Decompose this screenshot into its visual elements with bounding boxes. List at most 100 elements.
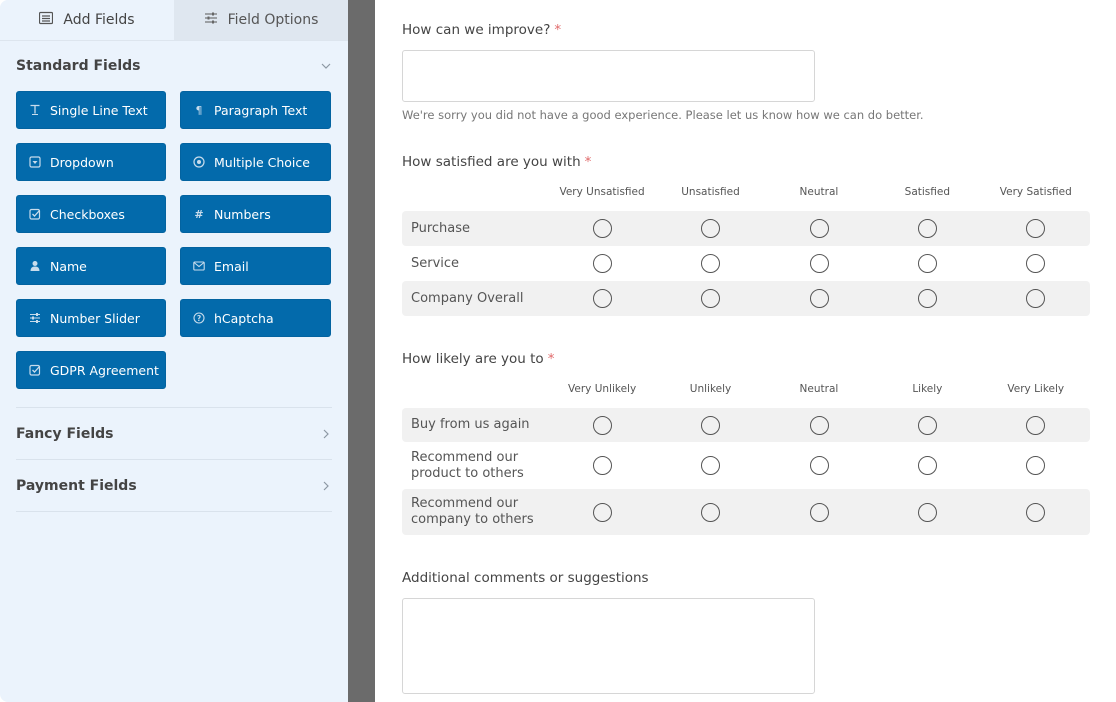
divider bbox=[16, 511, 332, 512]
hash-icon: # bbox=[194, 207, 204, 221]
likert-row-label: Recommend our product to others bbox=[411, 449, 524, 481]
likert-radio[interactable] bbox=[917, 254, 937, 273]
standard-fields-header[interactable]: Standard Fields bbox=[0, 41, 348, 91]
likert-radio[interactable] bbox=[809, 502, 829, 522]
tab-add-fields[interactable]: Add Fields bbox=[0, 0, 174, 40]
likert-radio[interactable] bbox=[592, 456, 612, 475]
likert-column-header: Very Likely bbox=[1007, 383, 1065, 395]
likert-radio[interactable] bbox=[917, 219, 937, 238]
tab-field-options[interactable]: Field Options bbox=[174, 0, 348, 40]
likert-row-label: Buy from us again bbox=[411, 417, 530, 432]
comments-field-label: Additional comments or suggestions bbox=[402, 570, 649, 586]
add-name-button[interactable]: Name bbox=[16, 247, 166, 285]
likert-radio[interactable] bbox=[701, 456, 721, 475]
add-numbers-button[interactable]: # Numbers bbox=[180, 195, 331, 233]
fancy-fields-header[interactable]: Fancy Fields bbox=[0, 408, 348, 459]
label-text: How likely are you to bbox=[402, 351, 544, 367]
chevron-right-icon bbox=[323, 481, 329, 490]
likert-column-headers: Very Unsatisfied Unsatisfied Neutral Satisf… bbox=[402, 186, 1090, 211]
likert-row: Service bbox=[402, 246, 1090, 281]
likert-cell bbox=[982, 254, 1090, 273]
likert-radio[interactable] bbox=[592, 254, 612, 273]
likert-cell bbox=[656, 289, 764, 308]
chevron-right-icon bbox=[323, 429, 329, 438]
likert-cell bbox=[656, 415, 764, 435]
add-gdpr-agreement-button[interactable]: GDPR Agreement bbox=[16, 351, 166, 389]
section-title: Fancy Fields bbox=[16, 425, 114, 442]
likert-radio[interactable] bbox=[701, 289, 721, 308]
likert-radio[interactable] bbox=[701, 254, 721, 273]
likert-cell bbox=[765, 502, 873, 522]
likert-row: Purchase bbox=[402, 211, 1090, 246]
likert-radio[interactable] bbox=[1026, 289, 1046, 308]
add-multiple-choice-button[interactable]: Multiple Choice bbox=[180, 143, 331, 181]
likert-cell bbox=[656, 502, 764, 522]
dropdown-icon bbox=[29, 156, 41, 168]
likert-radio[interactable] bbox=[917, 502, 937, 522]
add-single-line-text-button[interactable]: Single Line Text bbox=[16, 91, 166, 129]
likelihood-label: How likely are you to * bbox=[402, 351, 1090, 367]
button-label: Single Line Text bbox=[50, 102, 148, 118]
panel-resize-gutter bbox=[348, 0, 375, 702]
improve-input[interactable] bbox=[402, 50, 815, 102]
likert-cell bbox=[656, 456, 764, 475]
likert-radio[interactable] bbox=[809, 456, 829, 475]
fields-sidebar: Add Fields Field Options Standard Fields… bbox=[0, 0, 348, 702]
label-text: How can we improve? bbox=[402, 22, 551, 38]
likert-radio[interactable] bbox=[917, 289, 937, 308]
payment-fields-header[interactable]: Payment Fields bbox=[0, 460, 348, 511]
likert-radio[interactable] bbox=[592, 219, 612, 238]
likert-row-label: Company Overall bbox=[411, 290, 524, 306]
likert-radio[interactable] bbox=[809, 254, 829, 273]
likert-radio[interactable] bbox=[592, 502, 612, 522]
add-dropdown-button[interactable]: Dropdown bbox=[16, 143, 166, 181]
improve-help-text: We're sorry you did not have a good expe… bbox=[402, 108, 924, 122]
likert-radio[interactable] bbox=[592, 415, 612, 435]
likert-cell bbox=[873, 289, 981, 308]
likert-cell bbox=[656, 254, 764, 273]
likert-column-headers: Very Unlikely Unlikely Neutral Likely Very L… bbox=[402, 383, 1090, 408]
likert-cell bbox=[548, 502, 656, 522]
standard-fields-grid: Single Line Text ¶ Paragraph Text Dropdo… bbox=[0, 91, 348, 407]
likert-column-header: Very Satisfied bbox=[999, 186, 1072, 198]
likert-column-header: Likely bbox=[912, 383, 943, 395]
likert-radio[interactable] bbox=[809, 289, 829, 308]
section-title: Payment Fields bbox=[16, 477, 137, 494]
likert-radio[interactable] bbox=[1026, 502, 1046, 522]
likert-cell bbox=[548, 254, 656, 273]
likert-radio[interactable] bbox=[701, 502, 721, 522]
likert-radio[interactable] bbox=[1026, 219, 1046, 238]
likert-column-header: Very Unlikely bbox=[568, 383, 637, 395]
add-paragraph-text-button[interactable]: ¶ Paragraph Text bbox=[180, 91, 331, 129]
likert-radio[interactable] bbox=[701, 219, 721, 238]
section-title: Standard Fields bbox=[16, 58, 141, 74]
button-label: Paragraph Text bbox=[214, 102, 308, 118]
add-hcaptcha-button[interactable]: ? hCaptcha bbox=[180, 299, 331, 337]
likert-cell bbox=[765, 254, 873, 273]
chevron-down-icon bbox=[321, 63, 331, 69]
likert-radio[interactable] bbox=[809, 219, 829, 238]
add-checkboxes-button[interactable]: Checkboxes bbox=[16, 195, 166, 233]
button-label: Email bbox=[214, 258, 249, 274]
likert-cell bbox=[656, 219, 764, 238]
likert-radio[interactable] bbox=[1026, 254, 1046, 273]
add-email-button[interactable]: Email bbox=[180, 247, 331, 285]
likert-radio[interactable] bbox=[917, 415, 937, 435]
comments-textarea[interactable] bbox=[402, 598, 815, 694]
likert-radio[interactable] bbox=[917, 456, 937, 475]
likert-radio[interactable] bbox=[809, 415, 829, 435]
likert-radio[interactable] bbox=[1026, 456, 1046, 475]
checkbox-icon bbox=[29, 208, 41, 220]
likert-cell bbox=[873, 219, 981, 238]
likert-cell bbox=[873, 415, 981, 435]
likert-cell bbox=[548, 415, 656, 435]
likert-radio[interactable] bbox=[1026, 415, 1046, 435]
likert-radio[interactable] bbox=[592, 289, 612, 308]
sliders-icon bbox=[29, 312, 41, 324]
likert-row: Recommend our company to others bbox=[402, 489, 1090, 535]
likert-row-label: Service bbox=[411, 255, 460, 271]
likert-radio[interactable] bbox=[701, 415, 721, 435]
add-number-slider-button[interactable]: Number Slider bbox=[16, 299, 166, 337]
envelope-icon bbox=[193, 260, 205, 272]
radio-dot-icon bbox=[193, 156, 205, 168]
